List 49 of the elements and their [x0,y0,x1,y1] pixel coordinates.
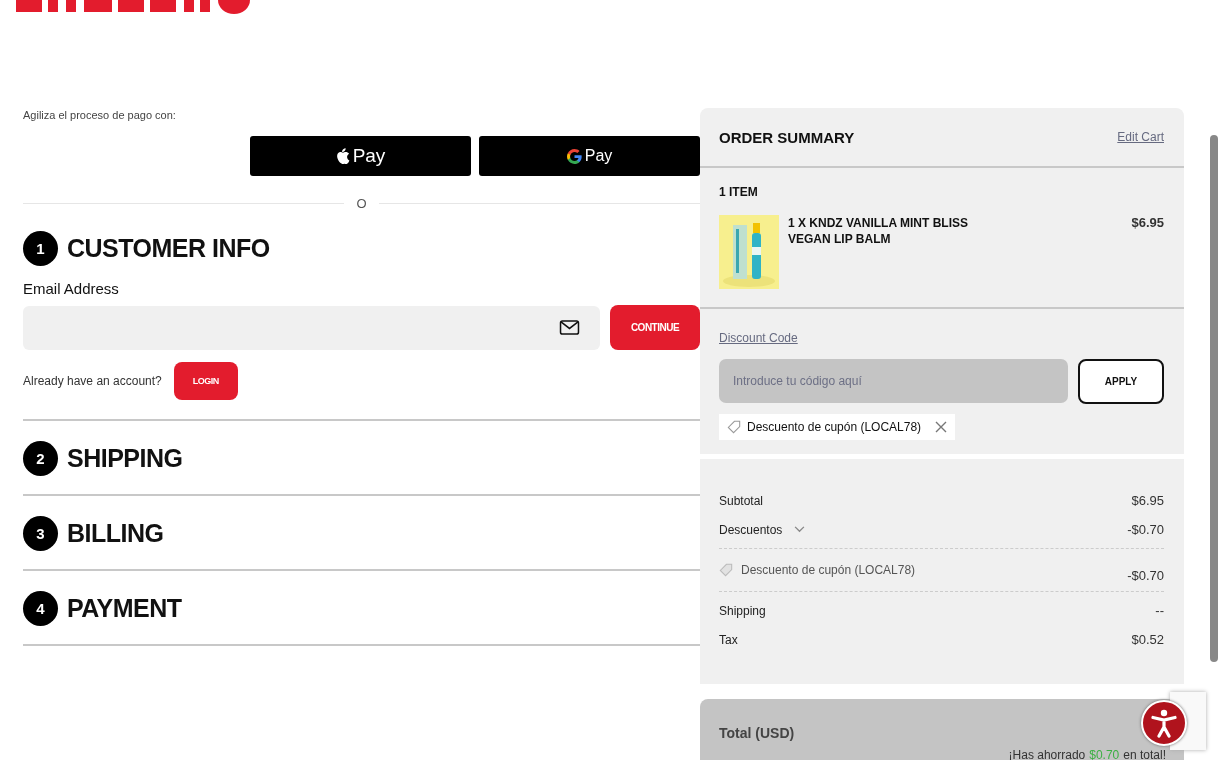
apple-pay-button[interactable]: Pay [250,136,471,176]
step-title: CUSTOMER INFO [67,234,270,263]
scrollbar-thumb[interactable] [1210,135,1218,662]
total-label: Tax [719,632,738,647]
coupon-label: Descuento de cupón (LOCAL78) [747,420,922,434]
grand-total-label: Total (USD) [719,725,796,741]
edit-cart-link[interactable]: Edit Cart [1117,130,1164,144]
accessibility-icon [1149,708,1179,738]
field-label: Email Address [23,280,120,297]
express-checkout-label: Agiliza el proceso de pago con: [23,109,177,121]
summary-title: ORDER SUMMARY [719,128,855,146]
step-number-badge: 3 [23,516,58,551]
total-label: Descuentos [719,522,783,537]
google-icon [566,148,582,164]
step-number-badge: 4 [23,591,58,626]
step-number-badge: 1 [23,231,58,266]
coupon-label: Descuento de cupón (LOCAL78) [741,563,916,577]
remove-coupon-button[interactable] [935,421,948,433]
savings-text: en total! [1123,748,1166,760]
total-value: -$0.70 [1127,522,1164,537]
savings-text: ¡Has ahorrado [1008,748,1086,760]
apply-button[interactable]: APPLY [1078,359,1164,404]
mail-icon [559,319,580,336]
login-button[interactable]: LOGIN [173,362,238,400]
apple-icon [335,148,350,164]
step-title: PAYMENT [67,594,182,623]
step-title: BILLING [67,519,164,548]
google-pay-button[interactable]: Pay [479,136,700,176]
total-label: Subtotal [719,493,764,508]
step-number-badge: 2 [23,441,58,476]
total-value: $0.52 [1131,632,1164,647]
account-prompt: Already have an account? [23,374,162,388]
product-name: 1 X KNDZ VANILLA MINT BLISS VEGAN LIP BALM [788,215,969,247]
tag-icon [727,420,741,434]
product-price: $6.95 [1131,215,1164,230]
or-label: O [356,196,367,211]
discount-code-link[interactable]: Discount Code [719,331,798,345]
total-label: Shipping [719,603,766,618]
tag-icon [719,563,733,577]
close-icon [935,421,948,433]
continue-button[interactable]: CONTINUE [610,305,700,350]
item-count: 1 ITEM [719,185,759,199]
total-value: $6.95 [1131,493,1164,508]
total-value: -$0.70 [1127,568,1164,583]
discount-code-field[interactable]: Introduce tu código aquí [719,359,1068,403]
step-title: SHIPPING [67,444,183,473]
savings-amount: $0.70 [1089,748,1120,760]
total-value: -- [1155,603,1164,618]
email-field[interactable] [23,305,600,350]
